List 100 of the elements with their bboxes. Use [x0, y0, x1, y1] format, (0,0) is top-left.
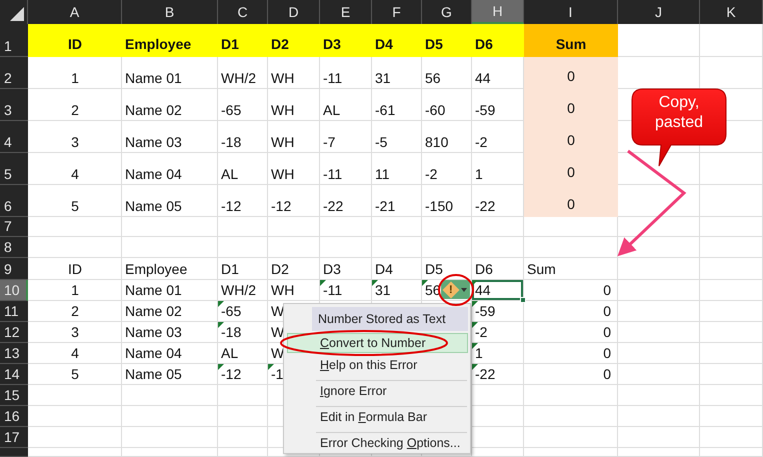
table-cell[interactable]: -12 [218, 364, 268, 385]
row-header[interactable]: 3 [0, 89, 28, 121]
table-cell[interactable] [122, 427, 218, 448]
table-cell[interactable]: D4 [372, 24, 422, 57]
table-cell[interactable]: -65 [218, 89, 268, 121]
row-header[interactable]: 6 [0, 185, 28, 217]
table-cell[interactable]: 2 [28, 301, 122, 322]
table-cell[interactable]: -21 [372, 185, 422, 217]
table-cell[interactable]: 0 [524, 280, 618, 301]
table-cell[interactable] [700, 258, 763, 280]
table-cell[interactable]: 0 [524, 153, 618, 185]
table-cell[interactable]: Sum [524, 258, 618, 280]
table-cell[interactable]: 0 [524, 343, 618, 364]
table-cell[interactable] [524, 406, 618, 427]
table-cell[interactable]: -7 [320, 121, 372, 153]
table-cell[interactable] [618, 406, 700, 427]
row-header[interactable]: 2 [0, 57, 28, 89]
row-header[interactable]: 14 [0, 364, 28, 385]
table-cell[interactable]: WH [268, 89, 320, 121]
table-cell[interactable]: 1 [28, 280, 122, 301]
table-cell[interactable] [122, 448, 218, 457]
table-cell[interactable]: -18 [218, 121, 268, 153]
row-header[interactable]: 8 [0, 237, 28, 258]
table-cell[interactable]: ID [28, 24, 122, 57]
table-cell[interactable] [618, 448, 700, 457]
table-cell[interactable] [28, 217, 122, 237]
row-header[interactable] [0, 448, 28, 457]
table-cell[interactable]: Name 05 [122, 185, 218, 217]
table-cell[interactable]: Name 01 [122, 280, 218, 301]
table-cell[interactable]: 44 [472, 280, 524, 301]
table-cell[interactable] [618, 258, 700, 280]
row-header[interactable]: 11 [0, 301, 28, 322]
table-cell[interactable]: -11 [320, 280, 372, 301]
table-cell[interactable]: Name 03 [122, 322, 218, 343]
table-cell[interactable]: 4 [28, 153, 122, 185]
row-header[interactable]: 9 [0, 258, 28, 280]
table-cell[interactable]: Sum [524, 24, 618, 57]
table-cell[interactable]: 2 [28, 89, 122, 121]
table-cell[interactable]: Name 01 [122, 57, 218, 89]
table-cell[interactable]: D4 [372, 258, 422, 280]
table-cell[interactable] [372, 217, 422, 237]
table-cell[interactable] [28, 237, 122, 258]
table-cell[interactable] [422, 217, 472, 237]
table-cell[interactable] [700, 343, 763, 364]
table-cell[interactable] [618, 427, 700, 448]
table-cell[interactable]: D3 [320, 24, 372, 57]
table-cell[interactable] [320, 237, 372, 258]
table-cell[interactable] [28, 448, 122, 457]
table-cell[interactable]: -11 [320, 57, 372, 89]
fill-handle[interactable] [520, 297, 526, 303]
table-cell[interactable] [218, 385, 268, 406]
row-header[interactable]: 12 [0, 322, 28, 343]
column-header[interactable]: K [700, 0, 763, 24]
table-cell[interactable]: Employee [122, 24, 218, 57]
table-cell[interactable] [372, 237, 422, 258]
table-cell[interactable]: -5 [372, 121, 422, 153]
table-cell[interactable]: -12 [268, 185, 320, 217]
column-header[interactable]: H [472, 0, 524, 24]
table-cell[interactable] [618, 301, 700, 322]
table-cell[interactable]: 0 [524, 121, 618, 153]
table-cell[interactable]: 3 [28, 121, 122, 153]
row-header[interactable]: 13 [0, 343, 28, 364]
row-header[interactable]: 17 [0, 427, 28, 448]
table-cell[interactable]: 31 [372, 280, 422, 301]
table-cell[interactable]: WH [268, 153, 320, 185]
table-cell[interactable]: D3 [320, 258, 372, 280]
table-cell[interactable] [618, 364, 700, 385]
table-cell[interactable] [700, 427, 763, 448]
table-cell[interactable]: 4 [28, 343, 122, 364]
table-cell[interactable] [472, 385, 524, 406]
table-cell[interactable]: 810 [422, 121, 472, 153]
table-cell[interactable] [700, 217, 763, 237]
table-cell[interactable] [618, 343, 700, 364]
table-cell[interactable] [472, 448, 524, 457]
table-cell[interactable]: 1 [28, 57, 122, 89]
table-cell[interactable] [218, 427, 268, 448]
row-header[interactable]: 15 [0, 385, 28, 406]
table-cell[interactable]: D2 [268, 24, 320, 57]
table-cell[interactable] [700, 448, 763, 457]
table-cell[interactable]: -65 [218, 301, 268, 322]
table-cell[interactable] [28, 406, 122, 427]
table-cell[interactable]: Name 04 [122, 343, 218, 364]
row-header[interactable]: 5 [0, 153, 28, 185]
column-header[interactable]: J [618, 0, 700, 24]
table-cell[interactable] [472, 406, 524, 427]
table-cell[interactable]: ID [28, 258, 122, 280]
table-cell[interactable]: 5 [28, 185, 122, 217]
row-header[interactable]: 16 [0, 406, 28, 427]
table-cell[interactable] [320, 217, 372, 237]
table-cell[interactable] [700, 153, 763, 185]
row-header[interactable]: 7 [0, 217, 28, 237]
row-header[interactable]: 10 [0, 280, 28, 301]
table-cell[interactable]: 0 [524, 89, 618, 121]
table-cell[interactable]: 3 [28, 322, 122, 343]
table-cell[interactable] [618, 24, 700, 57]
table-cell[interactable] [618, 185, 700, 217]
table-cell[interactable]: WH/2 [218, 280, 268, 301]
table-cell[interactable]: WH [268, 57, 320, 89]
table-cell[interactable]: AL [218, 153, 268, 185]
table-cell[interactable] [700, 322, 763, 343]
